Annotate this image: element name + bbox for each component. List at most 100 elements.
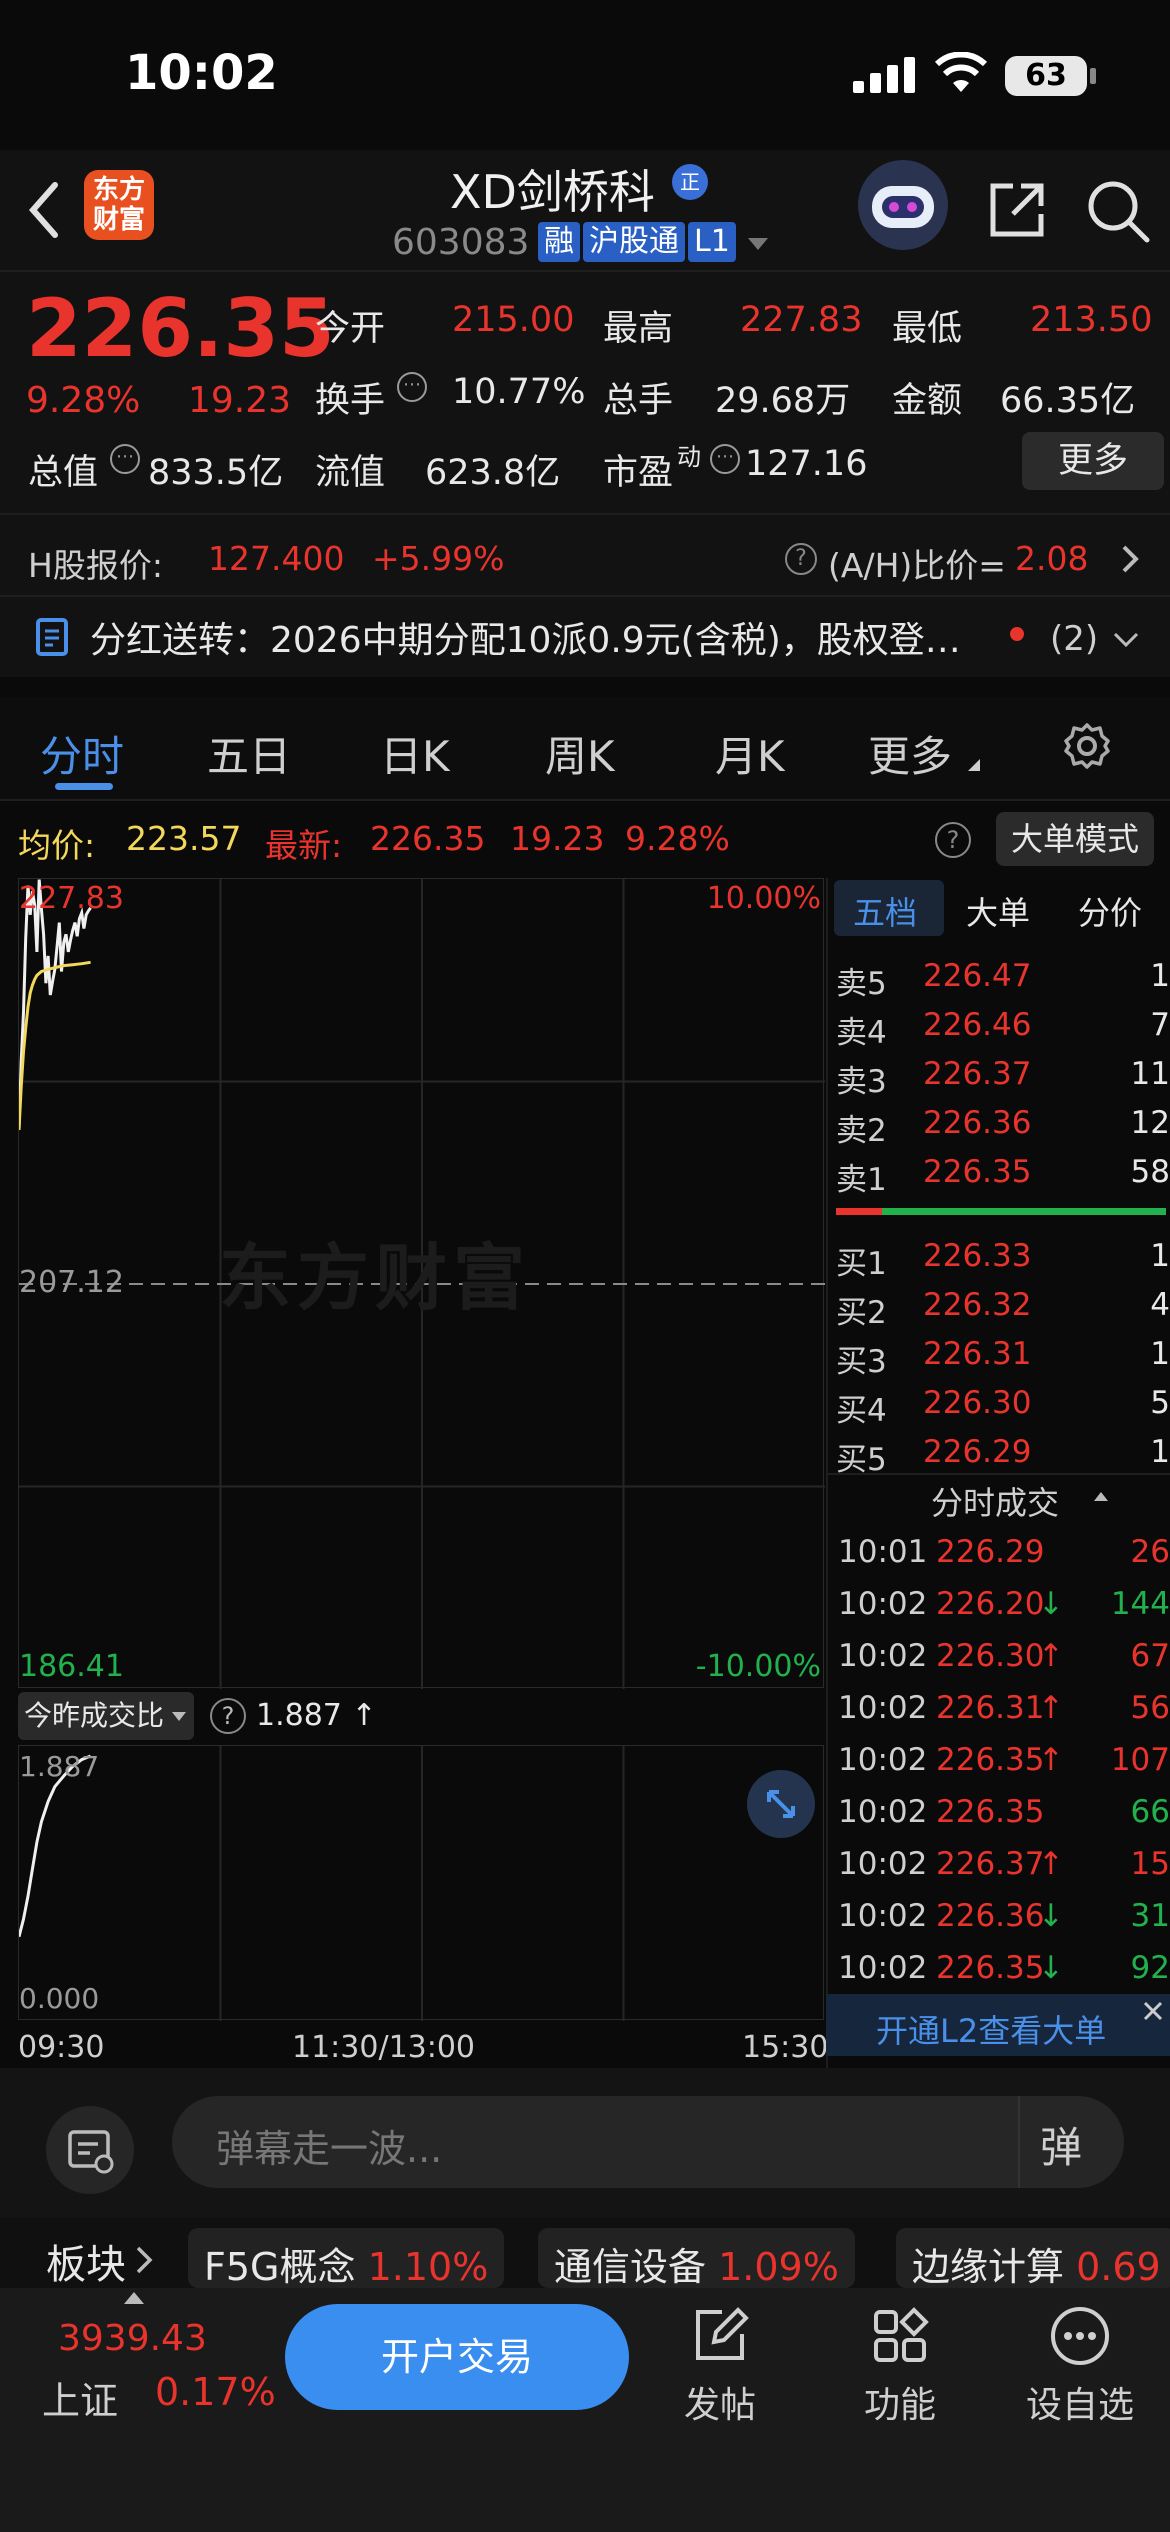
robot-assistant-icon[interactable] (858, 160, 948, 250)
tick-arrow: ↓ (1038, 1898, 1064, 1934)
more-circle-icon[interactable] (1048, 2304, 1112, 2368)
share-icon[interactable] (985, 178, 1049, 242)
triangle-down-icon (172, 1712, 187, 1721)
change-percent: 9.28% (26, 380, 141, 421)
chevron-right-icon[interactable] (1118, 543, 1142, 575)
grid-icon[interactable] (870, 2306, 930, 2366)
barrage-settings-icon[interactable] (46, 2106, 134, 2194)
battery-icon: 63 (1005, 56, 1087, 96)
float-label: 流值 (315, 453, 386, 493)
app-logo[interactable]: 东方财富 (84, 170, 154, 240)
level-price: 226.35 (923, 1154, 1032, 1190)
tab-intraday[interactable]: 分时 (40, 723, 124, 784)
tab-weekly-k[interactable]: 周K (545, 723, 615, 784)
level-qty: 1 (1150, 1238, 1170, 1274)
barrage-placeholder: 弹幕走一波... (216, 2127, 443, 2171)
document-icon (36, 618, 68, 656)
bottom-nav: 3939.43 上证 0.17% 开户交易 发帖 功能 设自选 (0, 2288, 1170, 2532)
volume-ratio-chart[interactable]: 1.887 0.000 (17, 1745, 824, 2021)
volume-ratio-selector[interactable]: 今昨成交比 (18, 1692, 195, 1740)
level-label: 买3 (836, 1344, 887, 1380)
tab-five-levels[interactable]: 五档 (853, 888, 917, 934)
level-label: 买1 (836, 1246, 887, 1282)
help-icon[interactable]: ? (935, 822, 971, 858)
open-account-trade-button[interactable]: 开户交易 (285, 2304, 629, 2410)
sector-chip[interactable]: 边缘计算 0.69 (896, 2228, 1170, 2289)
back-icon[interactable] (25, 180, 65, 240)
tick-qty: 31 (1130, 1898, 1170, 1934)
unread-dot (1010, 627, 1024, 641)
chevron-right-icon[interactable] (134, 2244, 154, 2276)
tab-price-levels[interactable]: 分价 (1078, 888, 1142, 934)
tick-qty: 67 (1130, 1638, 1170, 1674)
help-icon[interactable]: ? (210, 1698, 246, 1734)
tab-daily-k[interactable]: 日K (380, 723, 450, 784)
tick-qty: 15 (1130, 1846, 1170, 1882)
tab-more[interactable]: 更多 (868, 723, 952, 784)
volume-label: 总手 (603, 381, 674, 421)
stock-header: 东方财富 XD剑桥科 正 603083 融 沪股通 L1 (0, 150, 1170, 272)
big-order-mode-button[interactable]: 大单模式 (996, 812, 1154, 866)
max-pct-label: 10.00% (706, 881, 821, 916)
chevron-down-icon[interactable] (1112, 631, 1140, 649)
index-name[interactable]: 上证 (42, 2370, 118, 2425)
sector-chip[interactable]: 通信设备 1.09% (538, 2228, 855, 2289)
help-icon[interactable]: ? (785, 543, 817, 575)
info-icon[interactable]: ⋯ (397, 372, 427, 402)
compose-post-icon[interactable] (690, 2306, 750, 2366)
tick-qty: 66 (1130, 1794, 1170, 1830)
pe-label: 市盈 (603, 453, 674, 493)
tick-time: 10:02 (838, 1586, 928, 1622)
tick-row: 10:02 226.20 ↓ 144 (828, 1578, 1170, 1630)
chevron-down-icon[interactable] (748, 238, 768, 250)
sector-chip[interactable]: F5G概念 1.10% (188, 2228, 505, 2289)
info-icon[interactable]: ⋯ (110, 444, 140, 474)
tab-monthly-k[interactable]: 月K (715, 723, 785, 784)
h-share-row[interactable]: H股报价: 127.400 +5.99% ? (A/H)比价= 2.08 (0, 515, 1170, 597)
turnover-value: 10.77% (452, 372, 586, 412)
info-icon[interactable]: ⋯ (710, 444, 740, 474)
tick-price: 226.35 (936, 1950, 1045, 1986)
tick-time: 10:02 (838, 1898, 928, 1934)
level-qty: 4 (1150, 1287, 1170, 1323)
tick-qty: 92 (1130, 1950, 1170, 1986)
chart-legend: 均价: 223.57 最新: 226.35 19.23 9.28% (0, 801, 822, 875)
level-label: 买4 (836, 1393, 887, 1429)
search-icon[interactable] (1085, 178, 1153, 246)
tab-five-day[interactable]: 五日 (207, 723, 291, 784)
index-pct[interactable]: 0.17% (155, 2370, 276, 2414)
sector-pct: 1.10% (367, 2245, 489, 2289)
order-book-row: 买2 226.32 4 (828, 1281, 1170, 1331)
tab-big-orders[interactable]: 大单 (966, 888, 1030, 934)
sector-label[interactable]: 板块 (46, 2232, 126, 2290)
tick-qty: 107 (1110, 1742, 1170, 1778)
intraday-chart[interactable]: 东方财富 227.83 207.12 186.41 10.00% -10.00% (17, 878, 825, 1689)
max-price-label: 227.83 (19, 881, 124, 916)
avg-label: 均价: (18, 826, 96, 865)
volume-value: 29.68万 (715, 381, 851, 421)
mcap-value: 833.5亿 (148, 453, 284, 493)
notice-text: 分红送转：2026中期分配10派0.9元(含税)，股权登… (90, 620, 961, 661)
l2-banner[interactable]: 开通L2查看大单 (826, 1994, 1170, 2056)
triangle-up-icon[interactable] (1094, 1492, 1108, 1501)
post-label[interactable]: 发帖 (684, 2376, 756, 2428)
tick-price: 226.29 (936, 1534, 1045, 1570)
tick-row: 10:02 226.35 ↓ 92 (828, 1942, 1170, 1994)
float-value: 623.8亿 (425, 453, 561, 493)
order-book-panel: 五档 大单 分价 卖5 226.47 1 卖4 226.46 7 卖3 226.37 11 卖2 2… (826, 878, 1170, 2068)
barrage-input[interactable]: 弹幕走一波... (172, 2096, 1124, 2188)
order-book-row: 买4 226.30 5 (828, 1379, 1170, 1429)
index-value[interactable]: 3939.43 (58, 2318, 207, 2359)
barrage-toggle-button[interactable]: 弹 (1040, 2114, 1082, 2175)
h-share-label: H股报价: (28, 546, 163, 585)
watchlist-label[interactable]: 设自选 (1026, 2376, 1134, 2428)
tick-price: 226.31 (936, 1690, 1045, 1726)
close-icon[interactable] (1140, 1998, 1166, 2024)
order-book-row: 卖2 226.36 12 (828, 1099, 1170, 1149)
dividend-notice[interactable]: 分红送转：2026中期分配10派0.9元(含税)，股权登… (2) (0, 597, 1170, 677)
tick-row: 10:02 226.37 ↑ 15 (828, 1838, 1170, 1890)
more-button[interactable]: 更多 (1022, 432, 1164, 490)
gear-icon[interactable] (1062, 721, 1112, 771)
functions-label[interactable]: 功能 (864, 2376, 936, 2428)
expand-icon[interactable] (747, 1770, 815, 1838)
